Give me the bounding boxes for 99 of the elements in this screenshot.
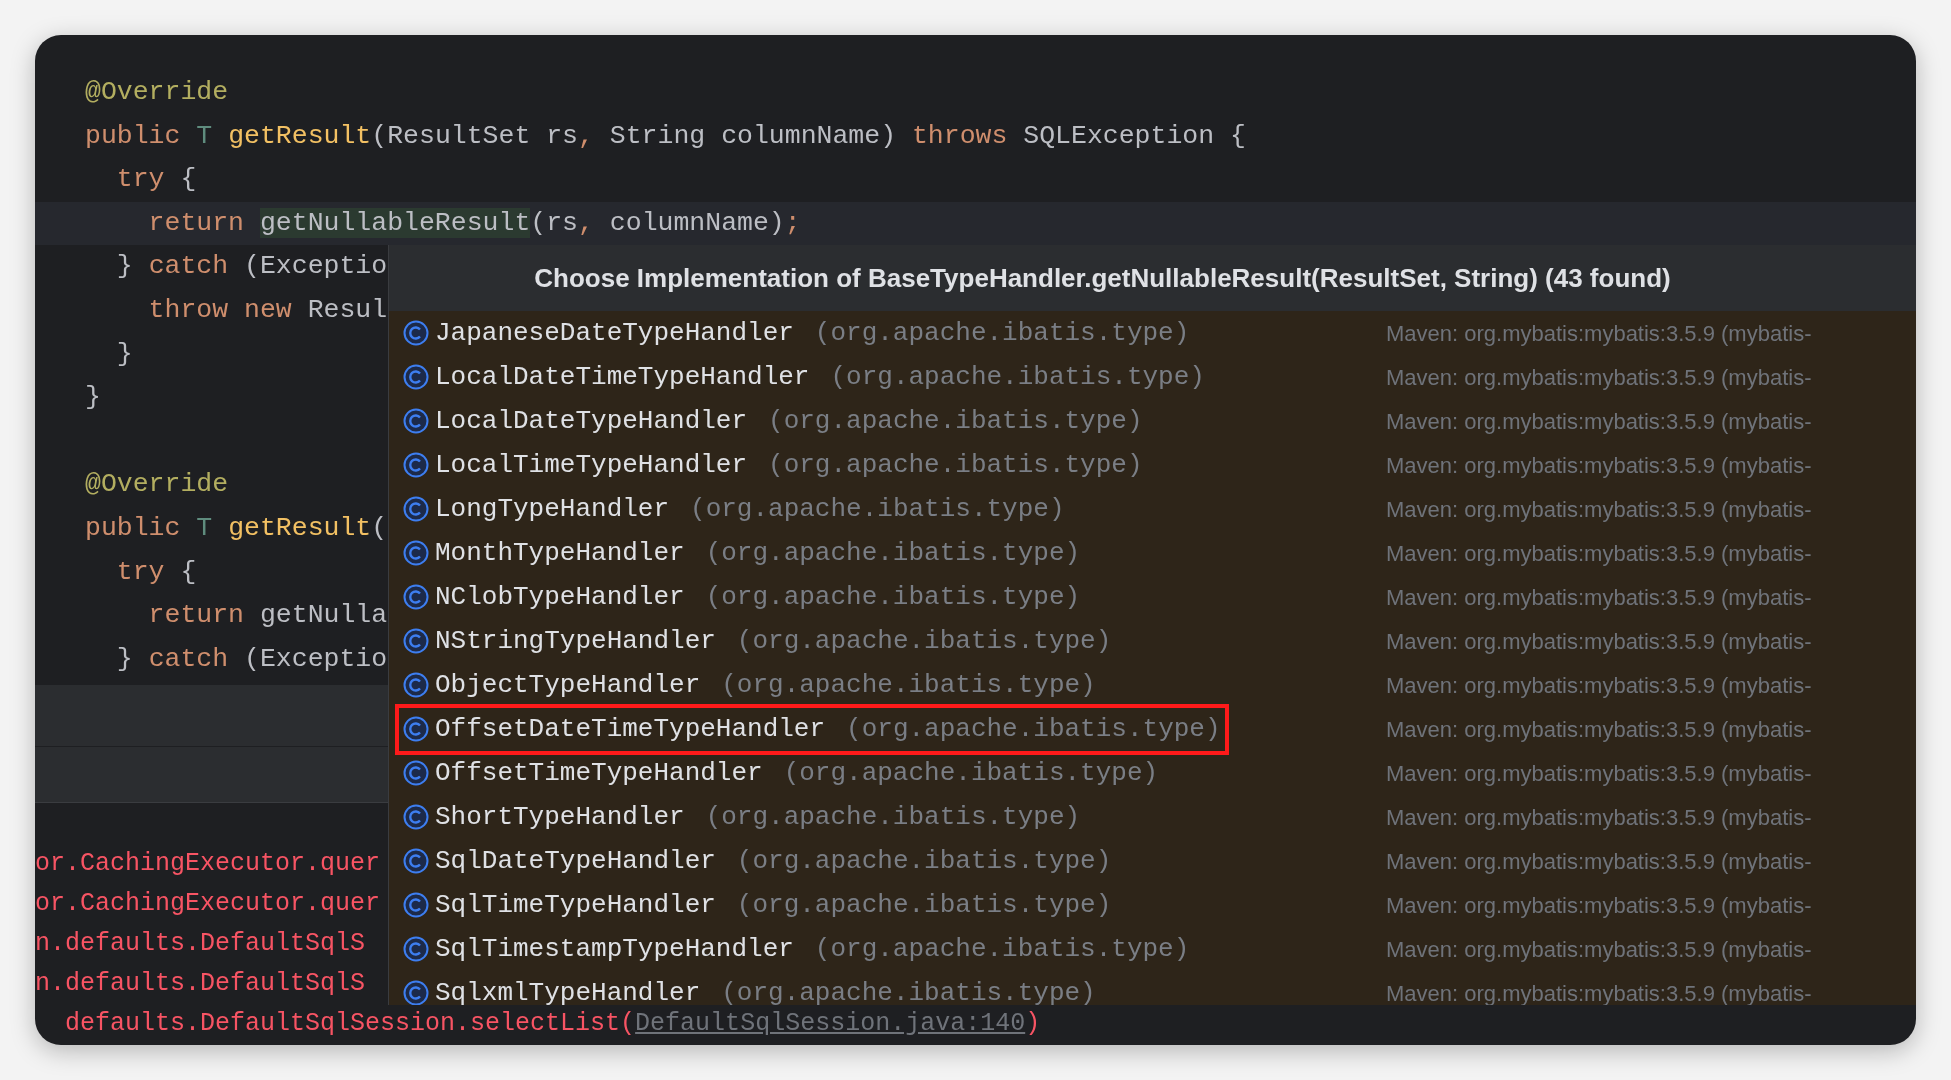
library-name: Maven: org.mybatis:mybatis:3.5.9 (mybatis- bbox=[1386, 891, 1812, 920]
implementation-item[interactable]: SqlTimestampTypeHandler (org.apache.ibatis.type) Maven: org.mybatis:mybatis:3.5.9 (mybatis- bbox=[389, 927, 1916, 971]
code-line: return getNullableResult(rs, columnName); bbox=[147, 207, 801, 238]
class-name: LocalDateTypeHandler bbox=[435, 404, 748, 438]
implementation-item[interactable]: NStringTypeHandler (org.apache.ibatis.type) Maven: org.mybatis:mybatis:3.5.9 (mybatis- bbox=[389, 619, 1916, 663]
implementation-item[interactable]: ShortTypeHandler (org.apache.ibatis.type) Maven: org.mybatis:mybatis:3.5.9 (mybatis- bbox=[389, 795, 1916, 839]
implementation-item[interactable]: LongTypeHandler (org.apache.ibatis.type) Maven: org.mybatis:mybatis:3.5.9 (mybatis- bbox=[389, 487, 1916, 531]
class-icon bbox=[403, 408, 429, 434]
library-name: Maven: org.mybatis:mybatis:3.5.9 (mybatis- bbox=[1386, 407, 1812, 436]
code-line: } bbox=[115, 338, 133, 369]
class-icon bbox=[403, 628, 429, 654]
implementation-item[interactable]: NClobTypeHandler (org.apache.ibatis.type) Maven: org.mybatis:mybatis:3.5.9 (mybatis- bbox=[389, 575, 1916, 619]
class-icon bbox=[403, 672, 429, 698]
implementation-item[interactable]: SqlDateTypeHandler (org.apache.ibatis.type) Maven: org.mybatis:mybatis:3.5.9 (mybatis- bbox=[389, 839, 1916, 883]
implementation-item[interactable]: MonthTypeHandler (org.apache.ibatis.type) Maven: org.mybatis:mybatis:3.5.9 (mybatis- bbox=[389, 531, 1916, 575]
class-icon bbox=[403, 584, 429, 610]
library-name: Maven: org.mybatis:mybatis:3.5.9 (mybatis- bbox=[1386, 979, 1812, 1005]
class-name: SqlTimeTypeHandler bbox=[435, 888, 716, 922]
class-name: NClobTypeHandler bbox=[435, 580, 685, 614]
package-name: (org.apache.ibatis.type) bbox=[736, 844, 1112, 878]
implementation-item[interactable]: LocalDateTypeHandler (org.apache.ibatis.type) Maven: org.mybatis:mybatis:3.5.9 (mybatis- bbox=[389, 399, 1916, 443]
class-name: OffsetDateTimeTypeHandler bbox=[435, 712, 826, 746]
package-name: (org.apache.ibatis.type) bbox=[846, 712, 1221, 746]
implementation-item[interactable]: SqlxmlTypeHandler (org.apache.ibatis.type) Maven: org.mybatis:mybatis:3.5.9 (mybatis- bbox=[389, 971, 1916, 1005]
popup-title: Choose Implementation of BaseTypeHandler.getNullableResult(ResultSet, String) (43 found) bbox=[389, 245, 1916, 311]
library-name: Maven: org.mybatis:mybatis:3.5.9 (mybatis- bbox=[1386, 715, 1812, 744]
library-name: Maven: org.mybatis:mybatis:3.5.9 (mybatis- bbox=[1386, 627, 1812, 656]
class-icon bbox=[403, 980, 429, 1005]
package-name: (org.apache.ibatis.type) bbox=[736, 888, 1112, 922]
class-icon bbox=[403, 936, 429, 962]
class-icon bbox=[403, 320, 429, 346]
class-name: SqlTimestampTypeHandler bbox=[435, 932, 794, 966]
class-name: ShortTypeHandler bbox=[435, 800, 685, 834]
library-name: Maven: org.mybatis:mybatis:3.5.9 (mybatis- bbox=[1386, 363, 1812, 392]
library-name: Maven: org.mybatis:mybatis:3.5.9 (mybatis- bbox=[1386, 583, 1812, 612]
package-name: (org.apache.ibatis.type) bbox=[705, 800, 1081, 834]
console-line: n.defaults.DefaultSqlS bbox=[35, 968, 366, 1000]
code-line: throw new Resul bbox=[147, 294, 388, 325]
package-name: (org.apache.ibatis.type) bbox=[721, 976, 1096, 1005]
class-name: ObjectTypeHandler bbox=[435, 668, 701, 702]
code-line: try { bbox=[115, 164, 197, 195]
implementation-item[interactable]: LocalTimeTypeHandler (org.apache.ibatis.type) Maven: org.mybatis:mybatis:3.5.9 (mybatis- bbox=[389, 443, 1916, 487]
code-line: @Override bbox=[85, 469, 229, 500]
implementation-item[interactable]: JapaneseDateTypeHandler (org.apache.ibatis.type) Maven: org.mybatis:mybatis:3.5.9 (mybatis- bbox=[389, 311, 1916, 355]
code-line: return getNulla bbox=[147, 600, 388, 631]
implementation-item[interactable]: OffsetDateTimeTypeHandler (org.apache.ibatis.type) Maven: org.mybatis:mybatis:3.5.9 (mybatis- bbox=[389, 707, 1916, 751]
implementation-item[interactable]: OffsetTimeTypeHandler (org.apache.ibatis.type) Maven: org.mybatis:mybatis:3.5.9 (mybatis- bbox=[389, 751, 1916, 795]
class-name: MonthTypeHandler bbox=[435, 536, 685, 570]
package-name: (org.apache.ibatis.type) bbox=[690, 492, 1065, 526]
library-name: Maven: org.mybatis:mybatis:3.5.9 (mybatis- bbox=[1386, 539, 1812, 568]
code-line: public T getResult(ResultSet rs, String columnName) throws SQLException { bbox=[85, 120, 1246, 151]
package-name: (org.apache.ibatis.type) bbox=[768, 448, 1143, 482]
class-name: LocalDateTimeTypeHandler bbox=[435, 360, 810, 394]
class-name: OffsetTimeTypeHandler bbox=[435, 756, 763, 790]
class-name: SqlxmlTypeHandler bbox=[435, 976, 701, 1005]
console-line: or.CachingExecutor.quer bbox=[35, 848, 381, 880]
code-line: public T getResult( bbox=[85, 512, 388, 543]
package-name: (org.apache.ibatis.type) bbox=[830, 360, 1205, 394]
console-line: or.CachingExecutor.quer bbox=[35, 888, 381, 920]
class-icon bbox=[403, 716, 429, 742]
class-icon bbox=[403, 540, 429, 566]
code-line: } catch (Exceptio bbox=[115, 251, 388, 282]
package-name: (org.apache.ibatis.type) bbox=[721, 668, 1096, 702]
package-name: (org.apache.ibatis.type) bbox=[768, 404, 1143, 438]
console-line: defaults.DefaultSqlSession.selectList(DefaultSqlSession.java:140) bbox=[64, 1008, 1041, 1040]
class-name: LongTypeHandler bbox=[435, 492, 670, 526]
implementation-item[interactable]: ObjectTypeHandler (org.apache.ibatis.type) Maven: org.mybatis:mybatis:3.5.9 (mybatis- bbox=[389, 663, 1916, 707]
library-name: Maven: org.mybatis:mybatis:3.5.9 (mybatis- bbox=[1386, 759, 1812, 788]
class-icon bbox=[403, 848, 429, 874]
library-name: Maven: org.mybatis:mybatis:3.5.9 (mybatis- bbox=[1386, 847, 1812, 876]
class-icon bbox=[403, 496, 429, 522]
class-name: NStringTypeHandler bbox=[435, 624, 716, 658]
class-icon bbox=[403, 892, 429, 918]
class-icon bbox=[403, 364, 429, 390]
class-name: SqlDateTypeHandler bbox=[435, 844, 716, 878]
code-line: } catch (Exceptio bbox=[115, 643, 388, 674]
package-name: (org.apache.ibatis.type) bbox=[705, 536, 1081, 570]
console-line: n.defaults.DefaultSqlS bbox=[35, 928, 366, 960]
library-name: Maven: org.mybatis:mybatis:3.5.9 (mybatis- bbox=[1386, 451, 1812, 480]
class-name: JapaneseDateTypeHandler bbox=[435, 316, 794, 350]
class-icon bbox=[403, 804, 429, 830]
class-name: LocalTimeTypeHandler bbox=[435, 448, 748, 482]
library-name: Maven: org.mybatis:mybatis:3.5.9 (mybatis- bbox=[1386, 319, 1812, 348]
implementation-item[interactable]: LocalDateTimeTypeHandler (org.apache.ibatis.type) Maven: org.mybatis:mybatis:3.5.9 (mybatis- bbox=[389, 355, 1916, 399]
package-name: (org.apache.ibatis.type) bbox=[783, 756, 1159, 790]
library-name: Maven: org.mybatis:mybatis:3.5.9 (mybatis- bbox=[1386, 803, 1812, 832]
code-line: @Override bbox=[85, 77, 229, 107]
code-line: try { bbox=[115, 556, 197, 587]
package-name: (org.apache.ibatis.type) bbox=[736, 624, 1112, 658]
package-name: (org.apache.ibatis.type) bbox=[814, 316, 1190, 350]
package-name: (org.apache.ibatis.type) bbox=[705, 580, 1081, 614]
code-line: } bbox=[85, 382, 101, 413]
library-name: Maven: org.mybatis:mybatis:3.5.9 (mybatis- bbox=[1386, 671, 1812, 700]
package-name: (org.apache.ibatis.type) bbox=[814, 932, 1190, 966]
class-icon bbox=[403, 452, 429, 478]
class-icon bbox=[403, 760, 429, 786]
implementation-item[interactable]: SqlTimeTypeHandler (org.apache.ibatis.type) Maven: org.mybatis:mybatis:3.5.9 (mybatis- bbox=[389, 883, 1916, 927]
library-name: Maven: org.mybatis:mybatis:3.5.9 (mybatis- bbox=[1386, 495, 1812, 524]
library-name: Maven: org.mybatis:mybatis:3.5.9 (mybatis- bbox=[1386, 935, 1812, 964]
